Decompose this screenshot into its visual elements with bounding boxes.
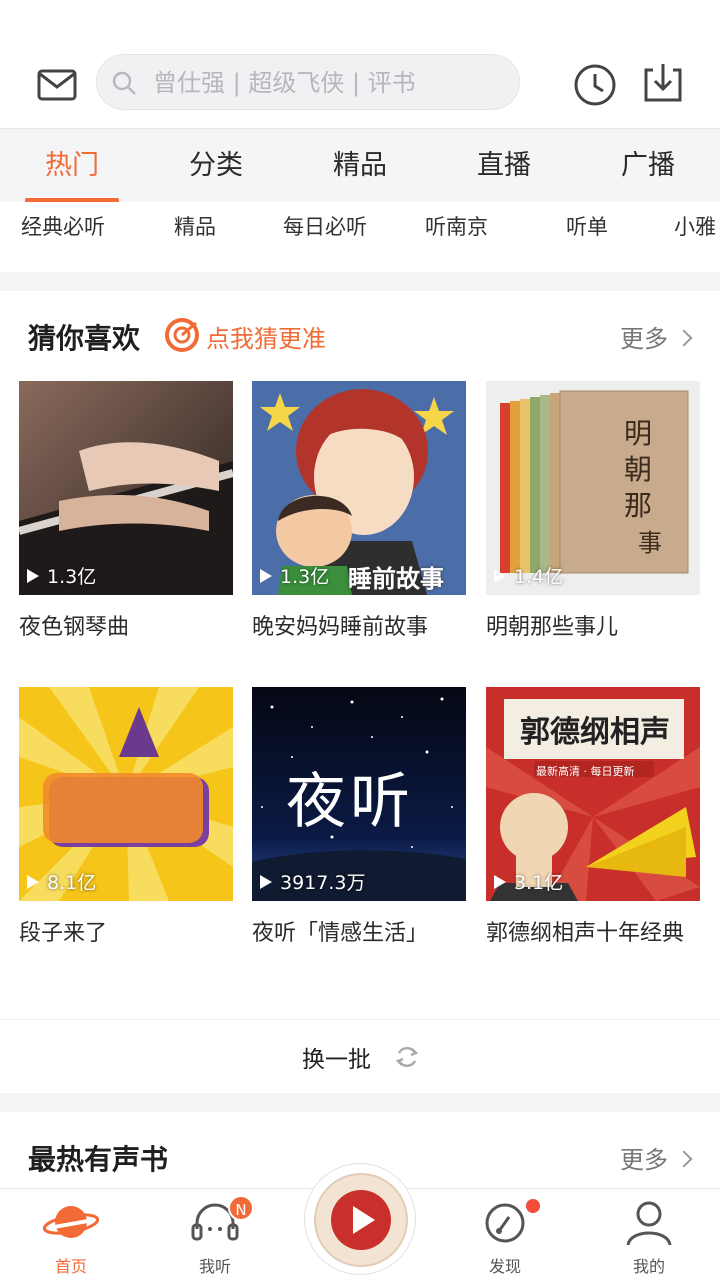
more-label: 更多 (620, 1146, 668, 1174)
refresh-icon (395, 1046, 419, 1068)
tab-live[interactable]: 直播 (449, 129, 559, 203)
search-input[interactable]: 曾仕强 | 超级飞侠 | 评书 (96, 54, 520, 110)
album-title: 段子来了 (19, 921, 108, 946)
play-count: 3.1亿 (494, 868, 563, 895)
planet-icon (42, 1206, 100, 1238)
tab-category[interactable]: 分类 (161, 129, 271, 203)
album-title: 晚安妈妈睡前故事 (252, 615, 429, 640)
notification-badge: N (228, 1195, 254, 1221)
cover-overlay-text: 夜听 (286, 767, 414, 837)
bottom-navigation: 首页 我听 N 发现 我的 (0, 1163, 720, 1280)
play-icon (494, 568, 506, 583)
header: 曾仕强 | 超级飞侠 | 评书 (0, 40, 720, 128)
chevron-right-icon (675, 1150, 693, 1168)
album-card[interactable]: 郭德纲相声 最新高清 · 每日更新 3.1亿 郭德纲相声十年经典 (486, 687, 700, 949)
target-icon[interactable] (164, 317, 200, 353)
album-card[interactable]: 8.1亿 段子来了 (19, 687, 233, 949)
album-title: 郭德纲相声十年经典 (486, 921, 685, 946)
album-card[interactable]: 明 朝 那 事 1.4亿 明朝那些事儿 (486, 381, 700, 643)
nav-home[interactable]: 首页 (16, 1189, 126, 1280)
album-cover: 1.3亿 (19, 381, 233, 595)
more-link[interactable]: 更多 (620, 1140, 693, 1175)
album-card[interactable]: 1.3亿 夜色钢琴曲 (19, 381, 233, 643)
play-count: 1.4亿 (494, 562, 563, 589)
play-count-value: 1.3亿 (280, 566, 330, 588)
album-cover: 郭德纲相声 最新高清 · 每日更新 3.1亿 (486, 687, 700, 901)
svg-text:明: 明 (624, 417, 652, 450)
tab-premium[interactable]: 精品 (305, 129, 415, 203)
download-icon[interactable] (640, 60, 686, 106)
play-icon (494, 874, 506, 889)
nav-profile[interactable]: 我的 (594, 1189, 704, 1280)
album-cover: 8.1亿 (19, 687, 233, 901)
cover-overlay-subtext: 最新高清 · 每日更新 (536, 765, 635, 778)
play-count-value: 3917.3万 (280, 872, 366, 894)
subtab-nanjing[interactable]: 听南京 (425, 202, 488, 252)
play-count: 3917.3万 (260, 868, 365, 895)
album-cover: 睡前故事 1.3亿 (252, 381, 466, 595)
nav-label: 首页 (54, 1257, 87, 1276)
play-count: 8.1亿 (27, 868, 96, 895)
history-clock-icon[interactable] (572, 62, 618, 108)
sub-tabs: 经典必听 精品 每日必听 听南京 听单 小雅 (0, 202, 720, 272)
section-title: 猜你喜欢 (28, 322, 141, 355)
refresh-label: 换一批 (302, 1047, 371, 1073)
nav-label: 我听 (198, 1257, 231, 1276)
search-icon (112, 71, 136, 95)
svg-text:那: 那 (624, 489, 652, 522)
play-disc-icon (314, 1173, 408, 1267)
subtab-playlist[interactable]: 听单 (566, 202, 608, 252)
nav-label: 发现 (488, 1257, 521, 1276)
mail-icon[interactable] (36, 64, 78, 106)
play-count: 1.3亿 (260, 562, 329, 589)
tab-hot[interactable]: 热门 (17, 129, 127, 203)
play-count: 1.3亿 (27, 562, 96, 589)
album-card[interactable]: 睡前故事 1.3亿 晚安妈妈睡前故事 (252, 381, 466, 643)
guess-you-like-section: 猜你喜欢 点我猜更准 更多 1.3亿 夜色钢琴曲 睡前故事 1.3亿 晚安妈妈睡… (0, 291, 720, 1019)
more-link[interactable]: 更多 (620, 319, 693, 354)
play-count-value: 3.1亿 (514, 872, 564, 894)
play-icon (27, 874, 39, 889)
play-count-value: 1.4亿 (514, 566, 564, 588)
album-card[interactable]: 夜听 3917.3万 夜听「情感生活」 (252, 687, 466, 949)
album-title: 夜色钢琴曲 (19, 615, 130, 640)
more-label: 更多 (620, 325, 668, 353)
chevron-right-icon (675, 329, 693, 347)
subtab-classic[interactable]: 经典必听 (21, 202, 105, 252)
now-playing-button[interactable] (304, 1163, 416, 1275)
cover-overlay-text: 郭德纲相声 (520, 715, 670, 750)
refresh-button[interactable]: 换一批 (0, 1019, 720, 1093)
album-cover: 明 朝 那 事 1.4亿 (486, 381, 700, 595)
subtab-daily[interactable]: 每日必听 (283, 202, 367, 252)
guess-better-link[interactable]: 点我猜更准 (206, 319, 326, 354)
cover-overlay-text: 睡前故事 (348, 565, 444, 593)
section-title: 最热有声书 (28, 1143, 169, 1176)
search-placeholder: 曾仕强 | 超级飞侠 | 评书 (153, 69, 416, 97)
play-count-value: 8.1亿 (47, 872, 97, 894)
album-title: 夜听「情感生活」 (252, 921, 429, 946)
nav-label: 我的 (632, 1257, 665, 1276)
play-icon (260, 874, 272, 889)
main-tabs: 热门 分类 精品 直播 广播 (0, 128, 720, 203)
status-bar (0, 0, 720, 40)
svg-text:朝: 朝 (624, 453, 652, 486)
play-icon (260, 568, 272, 583)
nav-my-listen[interactable]: 我听 (160, 1189, 270, 1280)
play-icon (27, 568, 39, 583)
svg-text:事: 事 (638, 529, 662, 557)
tab-radio[interactable]: 广播 (593, 129, 703, 203)
album-cover: 夜听 3917.3万 (252, 687, 466, 901)
notification-dot (526, 1199, 540, 1213)
subtab-premium[interactable]: 精品 (174, 202, 216, 252)
play-count-value: 1.3亿 (47, 566, 97, 588)
user-icon (626, 1201, 672, 1245)
subtab-xiaoya[interactable]: 小雅 (674, 202, 716, 252)
nav-discover[interactable]: 发现 (450, 1189, 560, 1280)
album-title: 明朝那些事儿 (486, 615, 619, 640)
